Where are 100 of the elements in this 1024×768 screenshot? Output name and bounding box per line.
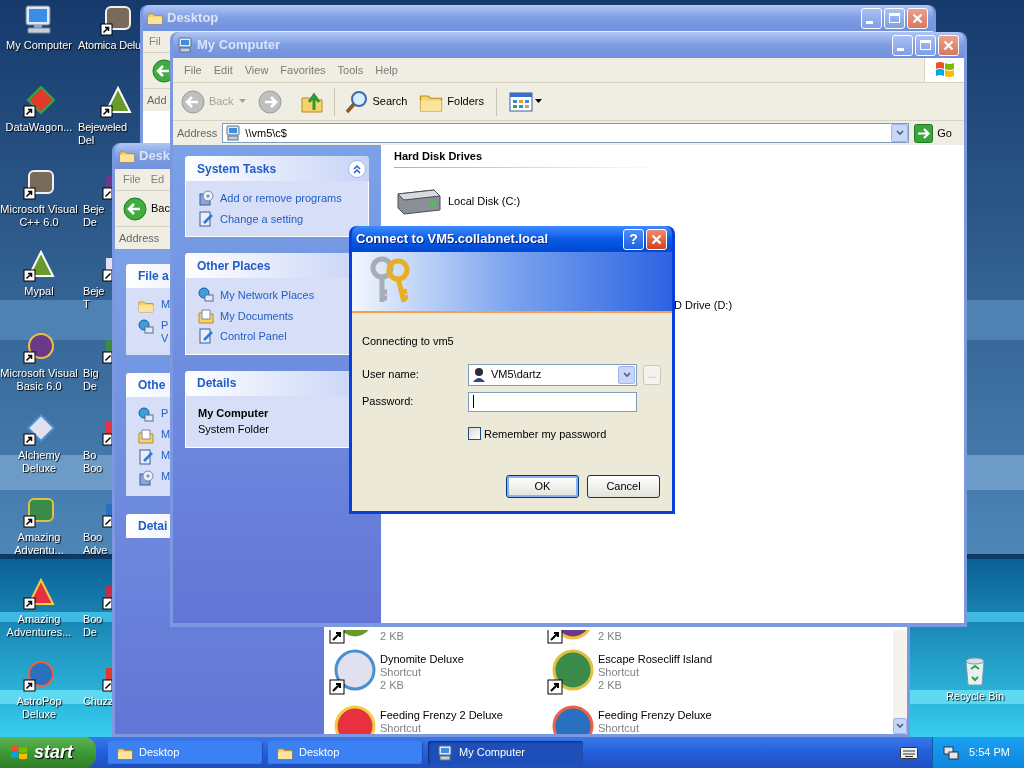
folders-button[interactable]: Folders <box>419 89 484 114</box>
address-label: Address <box>119 230 160 246</box>
app-shortcut-icon[interactable] <box>23 660 55 692</box>
scrollbar[interactable] <box>893 630 907 734</box>
documents-icon <box>198 307 214 324</box>
keyboard-icon[interactable] <box>900 746 918 759</box>
app-shortcut-icon[interactable] <box>23 414 55 446</box>
computer-icon <box>225 125 242 141</box>
back-button[interactable]: Bac <box>123 196 170 221</box>
icon-label: Recycle Bin <box>945 690 1005 703</box>
task-link[interactable]: M <box>138 470 171 486</box>
details-text: System Folder <box>198 422 270 437</box>
documents-icon <box>138 428 154 444</box>
task-group-title: Detai <box>138 518 168 535</box>
taskbar-button[interactable]: Desktop <box>268 740 423 765</box>
menu-item[interactable]: Favorites <box>275 61 331 79</box>
menu-item[interactable]: Tools <box>332 61 369 79</box>
forward-button[interactable] <box>258 89 283 114</box>
checkbox-label: Remember my password <box>484 426 607 442</box>
task-link[interactable]: M <box>138 298 171 314</box>
icon-label: Microsoft Visual C++ 6.0 <box>0 203 78 229</box>
menu-item[interactable]: File <box>123 171 141 188</box>
window-title: Desktop <box>167 9 219 28</box>
app-shortcut-icon[interactable] <box>23 168 55 200</box>
file-detail: Shortcut <box>598 722 640 734</box>
close-button[interactable] <box>938 34 959 56</box>
task-group-title: Othe <box>138 377 166 394</box>
menu-item[interactable]: File <box>179 61 207 79</box>
app-shortcut-icon[interactable] <box>23 86 55 118</box>
flag-logo-icon <box>9 743 29 762</box>
minimize-button[interactable] <box>892 34 913 56</box>
collapse-button[interactable] <box>348 159 366 178</box>
app-shortcut-icon[interactable] <box>100 4 132 36</box>
flag-logo-icon <box>933 60 956 80</box>
app-shortcut-icon <box>547 648 595 696</box>
file-name: Escape Rosecliff Island <box>598 653 713 666</box>
icon-label: AstroPop Deluxe <box>16 695 62 721</box>
computer-icon <box>177 37 193 53</box>
maximize-button[interactable] <box>884 7 905 29</box>
task-link[interactable]: P <box>138 407 169 423</box>
username-combo[interactable]: VM5\dartz <box>468 363 637 386</box>
drive-label[interactable]: D Drive (D:) <box>674 296 733 313</box>
file-tile[interactable]: Escape Rosecliff Island Shortcut 2 KB <box>547 646 765 702</box>
address-field[interactable]: \\vm5\c$ <box>222 123 910 143</box>
close-button[interactable] <box>907 7 928 29</box>
dialog-button[interactable]: OK <box>506 475 579 498</box>
task-link[interactable]: M <box>138 449 171 465</box>
search-button[interactable]: Search <box>345 89 408 114</box>
icon-label: Boo De <box>83 613 102 639</box>
app-shortcut-icon[interactable] <box>23 578 55 610</box>
task-group-title: Other Places <box>197 257 271 275</box>
menu-item[interactable]: Help <box>370 61 403 79</box>
file-detail: 2 KB <box>598 630 622 643</box>
task-link[interactable]: M <box>138 428 171 444</box>
menu-item[interactable]: View <box>239 61 274 79</box>
maximize-button[interactable] <box>915 34 936 56</box>
menu-item[interactable]: Fil <box>149 33 161 50</box>
close-button[interactable] <box>646 228 667 250</box>
file-name: Feeding Frenzy Deluxe <box>598 709 712 722</box>
icon-label: Chuzz <box>83 695 114 708</box>
task-link[interactable]: Change a setting <box>198 210 356 227</box>
network-icon[interactable] <box>943 744 959 761</box>
minimize-button[interactable] <box>861 7 882 29</box>
details-name: My Computer <box>198 405 270 421</box>
app-shortcut-icon[interactable] <box>100 86 132 118</box>
file-tile[interactable]: Feeding Frenzy Deluxe Shortcut <box>547 702 765 734</box>
app-shortcut-icon[interactable] <box>23 332 55 364</box>
menu-item[interactable]: Edit <box>208 61 238 79</box>
window-title: My Computer <box>197 36 281 55</box>
close-icon <box>943 39 954 51</box>
file-tile[interactable]: Dynomite Deluxe Shortcut 2 KB <box>329 646 547 702</box>
close-icon <box>651 233 662 245</box>
taskbar-button[interactable]: My Computer <box>428 740 583 765</box>
checkbox[interactable] <box>468 427 481 441</box>
menu-item[interactable]: Ed <box>150 171 165 188</box>
dialog-button[interactable]: Cancel <box>587 475 660 498</box>
file-tile[interactable]: Feeding Frenzy 2 Deluxe Shortcut <box>329 702 547 734</box>
drive-item[interactable]: Local Disk (C:) <box>394 185 521 218</box>
app-shortcut-icon[interactable] <box>23 250 55 282</box>
views-button[interactable] <box>509 91 542 112</box>
folder-icon <box>138 298 154 314</box>
help-button[interactable]: ? <box>623 228 644 250</box>
start-button[interactable]: start <box>0 737 96 768</box>
taskbar-button[interactable]: Desktop <box>108 740 263 765</box>
password-field[interactable] <box>468 391 637 412</box>
caret-icon <box>535 99 542 104</box>
settings-page-icon <box>198 210 214 227</box>
file-detail: Shortcut <box>380 666 422 679</box>
app-shortcut-icon[interactable] <box>23 496 55 528</box>
task-link[interactable]: P V <box>138 319 169 345</box>
field-label: User name: <box>362 367 420 383</box>
window-title: Desk <box>139 147 171 166</box>
go-button[interactable]: Go <box>914 123 960 143</box>
task-link[interactable]: Add or remove programs <box>198 190 356 207</box>
folder-icon <box>147 10 163 26</box>
clock: 5:54 PM <box>969 745 1010 761</box>
icon-label: Atomica Delu <box>78 39 141 52</box>
search-icon <box>345 89 370 114</box>
file-detail: Shortcut <box>598 666 640 679</box>
icon-label: My Computer <box>6 39 72 52</box>
